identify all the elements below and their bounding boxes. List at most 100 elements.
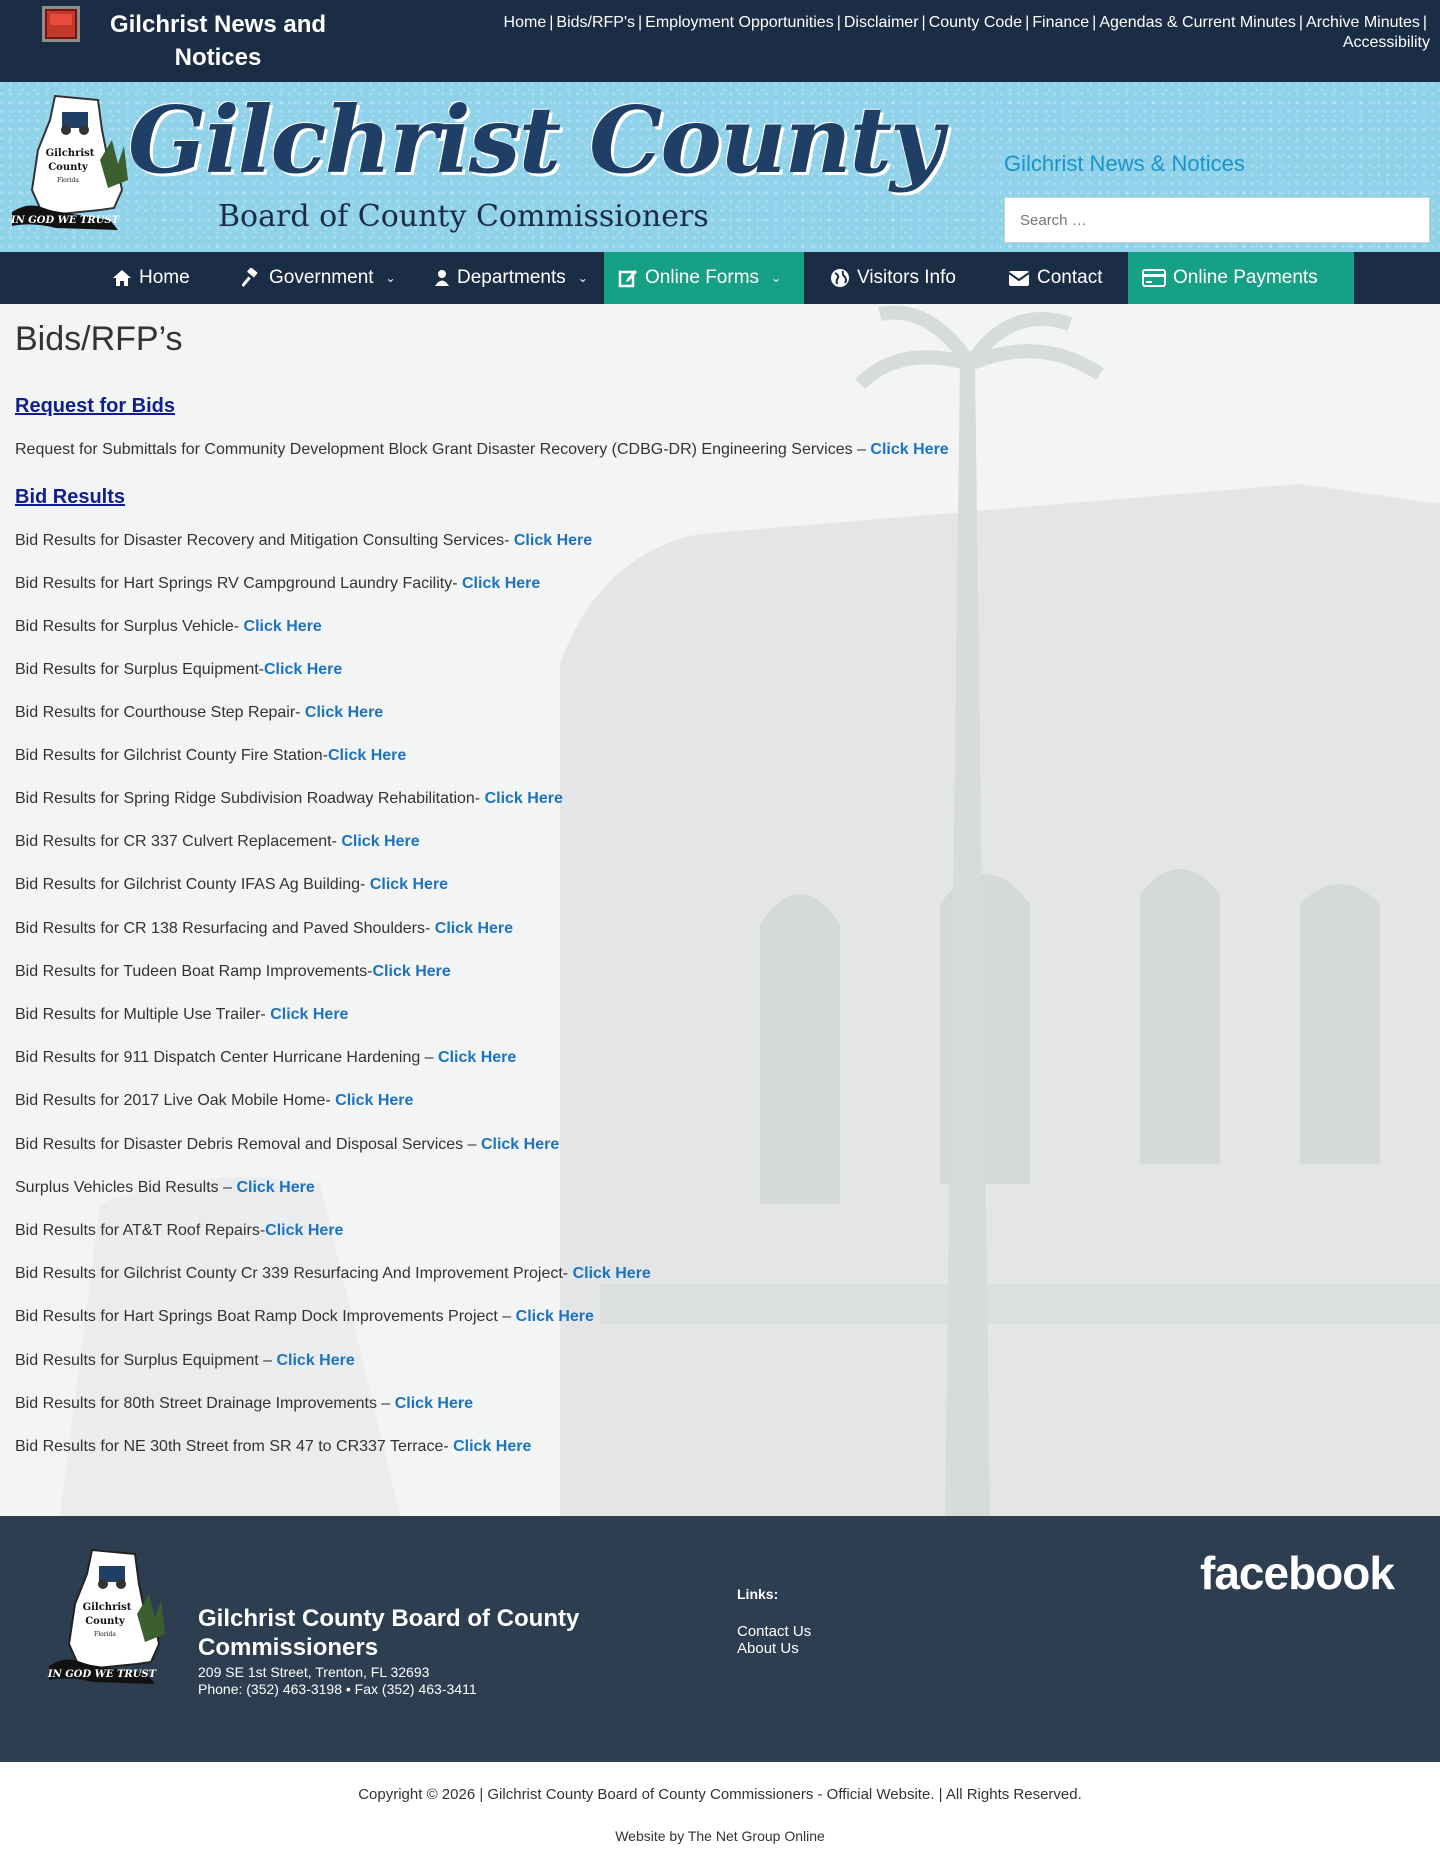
list-item: Bid Results for Surplus Equipment – Clic… xyxy=(15,1351,355,1371)
click-here-link[interactable]: Click Here xyxy=(270,1006,348,1023)
site-credit-link[interactable]: Website by The Net Group Online xyxy=(615,1828,825,1844)
county-seal-logo[interactable]: Gilchrist County Florida IN GOD WE TRUST xyxy=(46,1544,178,1694)
click-here-link[interactable]: Click Here xyxy=(265,1222,343,1239)
toplink-disclaimer[interactable]: Disclaimer xyxy=(844,14,919,31)
list-item: Surplus Vehicles Bid Results – Click Her… xyxy=(15,1178,315,1198)
site-title[interactable]: Gilchrist News and Notices xyxy=(88,8,348,74)
click-here-link[interactable]: Click Here xyxy=(485,790,563,807)
click-here-link[interactable]: Click Here xyxy=(438,1049,516,1066)
toplink-archive[interactable]: Archive Minutes xyxy=(1306,14,1420,31)
click-here-link[interactable]: Click Here xyxy=(236,1179,314,1196)
home-icon xyxy=(113,270,131,286)
click-here-link[interactable]: Click Here xyxy=(244,618,322,635)
bid-results-heading[interactable]: Bid Results xyxy=(15,485,125,509)
list-item-text: Bid Results for Courthouse Step Repair- xyxy=(15,704,305,721)
nav-contact-label: Contact xyxy=(1037,267,1103,288)
list-item-text: Bid Results for Disaster Recovery and Mi… xyxy=(15,532,514,549)
click-here-link[interactable]: Click Here xyxy=(481,1136,559,1153)
list-item: Bid Results for Gilchrist County IFAS Ag… xyxy=(15,875,448,895)
list-item: Bid Results for CR 138 Resurfacing and P… xyxy=(15,919,513,939)
top-links: Home | Bids/RFP's | Employment Opportunities… xyxy=(503,14,1430,51)
list-item: Bid Results for Disaster Debris Removal … xyxy=(15,1135,559,1155)
nav-visitors-info-label: Visitors Info xyxy=(857,267,956,288)
copyright-text: Copyright © 2026 | Gilchrist County Boar… xyxy=(358,1786,1082,1803)
click-here-link[interactable]: Click Here xyxy=(335,1092,413,1109)
list-item: Bid Results for Hart Springs Boat Ramp D… xyxy=(15,1307,594,1327)
list-item-text: Bid Results for CR 138 Resurfacing and P… xyxy=(15,920,435,937)
county-seal-logo[interactable]: Gilchrist County Florida IN GOD WE TRUST xyxy=(10,90,140,240)
footer-address: 209 SE 1st Street, Trenton, FL 32693 xyxy=(198,1664,430,1680)
list-item: Bid Results for Surplus Equipment-Click … xyxy=(15,660,342,680)
seal-text-florida: Florida xyxy=(94,1631,116,1638)
list-item-text: Bid Results for Hart Springs RV Campgrou… xyxy=(15,575,462,592)
list-item: Bid Results for NE 30th Street from SR 4… xyxy=(15,1437,531,1457)
click-here-link[interactable]: Click Here xyxy=(573,1265,651,1282)
nav-departments[interactable]: Departments ⌄ xyxy=(420,252,602,304)
request-for-bids-heading[interactable]: Request for Bids xyxy=(15,394,175,418)
nav-government[interactable]: Government ⌄ xyxy=(228,252,410,304)
list-item: Bid Results for AT&T Roof Repairs-Click … xyxy=(15,1221,343,1241)
news-notices-heading[interactable]: Gilchrist News & Notices xyxy=(1004,150,1245,178)
brand-subtitle: Board of County Commissioners xyxy=(218,199,709,234)
list-item: Bid Results for Multiple Use Trailer- Cl… xyxy=(15,1005,348,1025)
click-here-link[interactable]: Click Here xyxy=(305,704,383,721)
seal-text-county: County xyxy=(85,1616,126,1627)
click-here-link[interactable]: Click Here xyxy=(276,1352,354,1369)
list-item-text: Bid Results for CR 337 Culvert Replaceme… xyxy=(15,833,342,850)
bottom-bar: Copyright © 2026 | Gilchrist County Boar… xyxy=(0,1762,1440,1849)
click-here-link[interactable]: Click Here xyxy=(341,833,419,850)
toplink-accessibility[interactable]: Accessibility xyxy=(1343,34,1430,51)
footer-links-heading: Links: xyxy=(737,1586,779,1602)
list-item: Bid Results for Hart Springs RV Campgrou… xyxy=(15,574,540,594)
list-item-text: Bid Results for Gilchrist County Fire St… xyxy=(15,747,328,764)
list-item-text: Bid Results for Disaster Debris Removal … xyxy=(15,1136,481,1153)
click-here-link[interactable]: Click Here xyxy=(453,1438,531,1455)
toplink-employment[interactable]: Employment Opportunities xyxy=(645,14,834,31)
click-here-link[interactable]: Click Here xyxy=(373,963,451,980)
click-here-link[interactable]: Click Here xyxy=(264,661,342,678)
list-item-text: Bid Results for Surplus Equipment- xyxy=(15,661,264,678)
list-item: Request for Submittals for Community Dev… xyxy=(15,440,949,460)
list-item: Bid Results for Gilchrist County Fire St… xyxy=(15,746,406,766)
nav-contact[interactable]: Contact xyxy=(994,252,1116,304)
list-item-text: Bid Results for Gilchrist County IFAS Ag… xyxy=(15,876,370,893)
facebook-icon[interactable]: facebook xyxy=(1200,1546,1395,1600)
click-here-link[interactable]: Click Here xyxy=(516,1308,594,1325)
list-item: Bid Results for Disaster Recovery and Mi… xyxy=(15,531,592,551)
list-item: Bid Results for 80th Street Drainage Imp… xyxy=(15,1394,473,1414)
click-here-link[interactable]: Click Here xyxy=(395,1395,473,1412)
site-credit: Website by The Net Group Online xyxy=(0,1828,1440,1844)
main-nav: Home Government ⌄ Departments ⌄ Online F… xyxy=(0,252,1440,304)
seal-text-gilchrist: Gilchrist xyxy=(83,1602,132,1613)
top-bar: Gilchrist News and Notices Home | Bids/RFP… xyxy=(0,0,1440,82)
click-here-link[interactable]: Click Here xyxy=(435,920,513,937)
click-here-link[interactable]: Click Here xyxy=(462,575,540,592)
toplink-finance[interactable]: Finance xyxy=(1032,14,1089,31)
seal-text-motto: IN GOD WE TRUST xyxy=(10,215,121,226)
click-here-link[interactable]: Click Here xyxy=(328,747,406,764)
seal-text-county: County xyxy=(48,162,89,173)
nav-visitors-info[interactable]: Visitors Info xyxy=(816,252,970,304)
click-here-link[interactable]: Click Here xyxy=(870,441,948,458)
page-title: Bids/RFP’s xyxy=(15,320,183,358)
list-item-text: Bid Results for 2017 Live Oak Mobile Hom… xyxy=(15,1092,336,1109)
seal-text-gilchrist: Gilchrist xyxy=(46,148,95,159)
footer-link-contact-us[interactable]: Contact Us xyxy=(737,1623,811,1640)
nav-online-forms[interactable]: Online Forms ⌄ xyxy=(604,252,804,304)
brand-wordmark[interactable]: Gilchrist County xyxy=(128,90,943,190)
toplink-bids[interactable]: Bids/RFP's xyxy=(556,14,635,31)
list-item-text: Bid Results for Surplus Equipment – xyxy=(15,1352,277,1369)
click-here-link[interactable]: Click Here xyxy=(370,876,448,893)
toplink-agendas[interactable]: Agendas & Current Minutes xyxy=(1099,14,1296,31)
nav-home[interactable]: Home xyxy=(98,252,204,304)
toplink-home[interactable]: Home xyxy=(504,14,547,31)
toplink-county-code[interactable]: County Code xyxy=(929,14,1022,31)
nav-online-payments[interactable]: Online Payments xyxy=(1128,252,1354,304)
nav-departments-label: Departments xyxy=(457,267,566,288)
click-here-link[interactable]: Click Here xyxy=(514,532,592,549)
search-input[interactable] xyxy=(1004,197,1430,243)
nav-home-label: Home xyxy=(139,267,190,288)
list-item-text: Request for Submittals for Community Dev… xyxy=(15,441,871,458)
seal-text-florida: Florida xyxy=(57,177,79,184)
footer-link-about-us[interactable]: About Us xyxy=(737,1640,799,1657)
